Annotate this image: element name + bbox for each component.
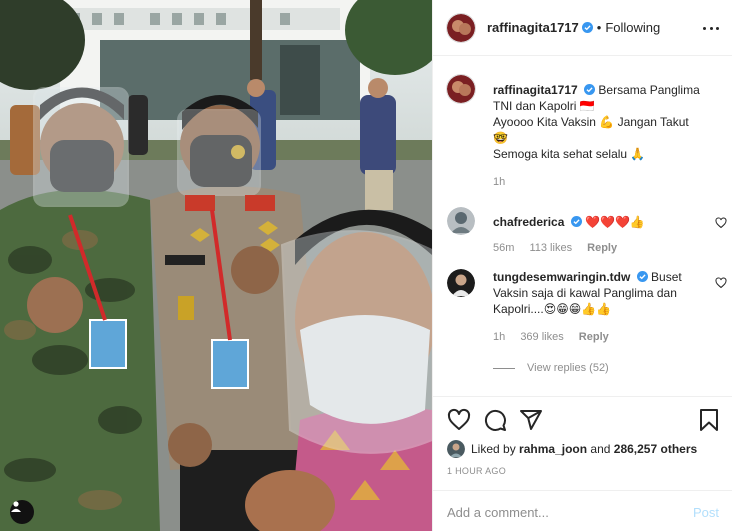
share-icon[interactable] [519,408,543,432]
verified-badge-icon [636,271,648,282]
more-options-button[interactable] [703,20,719,36]
comment-meta: 1h 369 likes Reply [493,329,705,345]
more-dot [703,26,706,30]
comment-icon[interactable] [483,408,507,432]
commenter-avatar-image [447,207,475,235]
liked-by-user[interactable]: rahma_joon [519,442,587,456]
comment-meta: 56m 113 likes Reply [493,240,705,256]
comment-body: tungdesemwaringin.tdw Buset Vaksin saja … [493,269,705,345]
comments-list[interactable]: raffinagita1717 Bersama Panglima TNI dan… [433,57,732,395]
commenter-username[interactable]: tungdesemwaringin.tdw [493,270,630,284]
caption-text-5: Semoga kita sehat selalu 🙏 [493,147,646,161]
following-button[interactable]: Following [605,20,660,35]
caption-meta: 1h [493,174,727,190]
caption-text-4: 🤓 [493,131,508,145]
like-comment-heart-icon[interactable] [715,217,727,229]
reply-button[interactable]: Reply [587,242,617,254]
comment-line: chafrederica ❤️❤️❤️👍 [493,214,705,230]
post-time[interactable]: 1 HOUR AGO [447,466,506,476]
add-comment-bar: Post [433,490,732,531]
caption-text-1: Bersama Panglima [598,83,700,97]
comment-likes[interactable]: 369 likes [520,331,563,343]
post-panel: raffinagita1717 • Following raffinagita1… [432,0,732,531]
view-replies-button[interactable]: View replies (52) [493,362,609,374]
comment-body: chafrederica ❤️❤️❤️👍 56m 113 likes Reply [493,214,705,256]
liked-by-prefix: Liked by [471,442,516,456]
comment-line: tungdesemwaringin.tdw Buset [493,269,705,285]
commenter-avatar-image [447,269,475,297]
author-avatar[interactable] [447,13,475,42]
caption-age[interactable]: 1h [493,176,505,188]
comment-age[interactable]: 1h [493,331,505,343]
post-photo[interactable] [0,0,432,531]
commenter-avatar[interactable] [447,207,475,235]
liker-avatar-image [447,440,465,458]
comment-age[interactable]: 56m [493,242,514,254]
comment-text: Kapolri....😍😁😁👍👍 [493,302,612,316]
liked-by: Liked by rahma_joon and 286,257 others [447,440,697,458]
post-image [0,0,432,531]
commenter-username[interactable]: chafrederica [493,215,564,229]
comment-likes[interactable]: 113 likes [529,242,572,254]
reply-button[interactable]: Reply [579,331,609,343]
add-comment-input[interactable] [447,501,667,523]
liked-by-connector: and [590,442,611,456]
comment-text: Vaksin saja di kawal Panglima dan [493,286,677,300]
caption-username[interactable]: raffinagita1717 [493,83,578,97]
tagged-users-button[interactable] [10,500,34,524]
separator-dot: • [596,20,602,35]
post-header: raffinagita1717 • Following [433,0,732,56]
author-avatar-image [447,13,475,42]
like-comment-heart-icon[interactable] [715,277,727,289]
view-replies-line [493,367,515,369]
user-icon [11,501,21,512]
caption-avatar[interactable] [447,75,475,103]
caption-avatar-image [447,75,475,103]
commenter-avatar[interactable] [447,269,475,297]
view-replies-label: View replies (52) [527,362,609,374]
caption-text-2: TNI dan Kapolri 🇮🇩 [493,99,595,113]
liked-by-others[interactable]: 286,257 others [614,442,697,456]
verified-badge-icon [570,216,582,227]
save-bookmark-icon[interactable] [697,408,721,432]
verified-badge-icon [581,22,593,33]
caption-body: raffinagita1717 Bersama Panglima TNI dan… [493,82,727,190]
verified-badge-icon [584,84,596,95]
post-comment-button[interactable]: Post [693,505,719,520]
comment-text: ❤️❤️❤️👍 [585,215,645,229]
liker-avatar[interactable] [447,440,465,458]
caption-text-3: Ayoooo Kita Vaksin 💪 Jangan Takut [493,115,689,129]
action-bar [433,396,732,442]
author-line: raffinagita1717 • Following [487,20,660,35]
caption-line-1: raffinagita1717 Bersama Panglima [493,82,727,98]
more-dot [709,26,713,30]
author-username[interactable]: raffinagita1717 [487,20,579,35]
comment-text: Buset [651,270,682,284]
more-dot [716,26,719,30]
like-heart-icon[interactable] [447,408,471,432]
